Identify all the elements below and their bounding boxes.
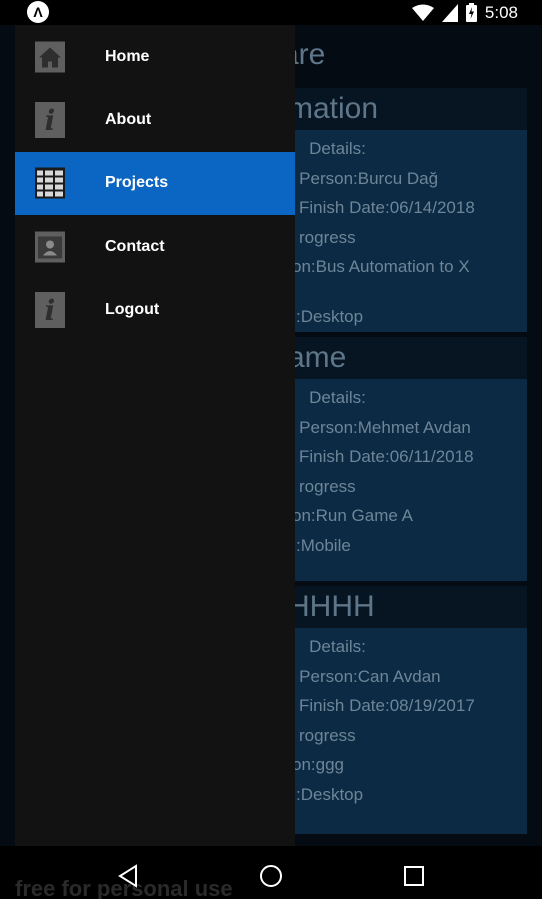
status-icons: 5:08 <box>411 0 518 25</box>
drawer-item-about[interactable]: i About <box>15 88 295 151</box>
back-icon[interactable] <box>116 864 140 888</box>
drawer-item-label: Contact <box>105 237 165 255</box>
system-navigation-bar: free for personal use <box>0 846 542 899</box>
drawer-item-home[interactable]: Home <box>15 25 295 88</box>
drawer-item-label: About <box>105 111 152 129</box>
signal-icon <box>441 3 458 22</box>
drawer-item-label: Projects <box>105 174 169 192</box>
drawer-item-contact[interactable]: Contact <box>15 215 295 278</box>
navigation-drawer: Home i About Projects Contact i Logout <box>15 25 295 846</box>
wifi-icon <box>411 4 434 21</box>
info-icon: i <box>35 292 65 329</box>
drawer-scrim[interactable] <box>295 25 542 846</box>
drawer-item-label: Logout <box>105 301 160 319</box>
app-notification-icon: Λ <box>27 1 49 23</box>
status-bar: Λ 5:08 <box>0 0 542 25</box>
home-icon <box>35 41 65 73</box>
drawer-item-logout[interactable]: i Logout <box>15 279 295 342</box>
status-time: 5:08 <box>484 2 518 22</box>
svg-text:i: i <box>45 104 56 137</box>
contact-card-icon <box>35 231 65 263</box>
battery-icon <box>465 3 477 22</box>
svg-text:i: i <box>45 294 56 327</box>
home-button-icon[interactable] <box>259 864 283 888</box>
info-icon: i <box>35 102 65 139</box>
drawer-item-projects[interactable]: Projects <box>15 151 295 216</box>
recents-icon[interactable] <box>404 866 424 886</box>
grid-icon <box>35 167 65 199</box>
drawer-item-label: Home <box>105 47 150 65</box>
